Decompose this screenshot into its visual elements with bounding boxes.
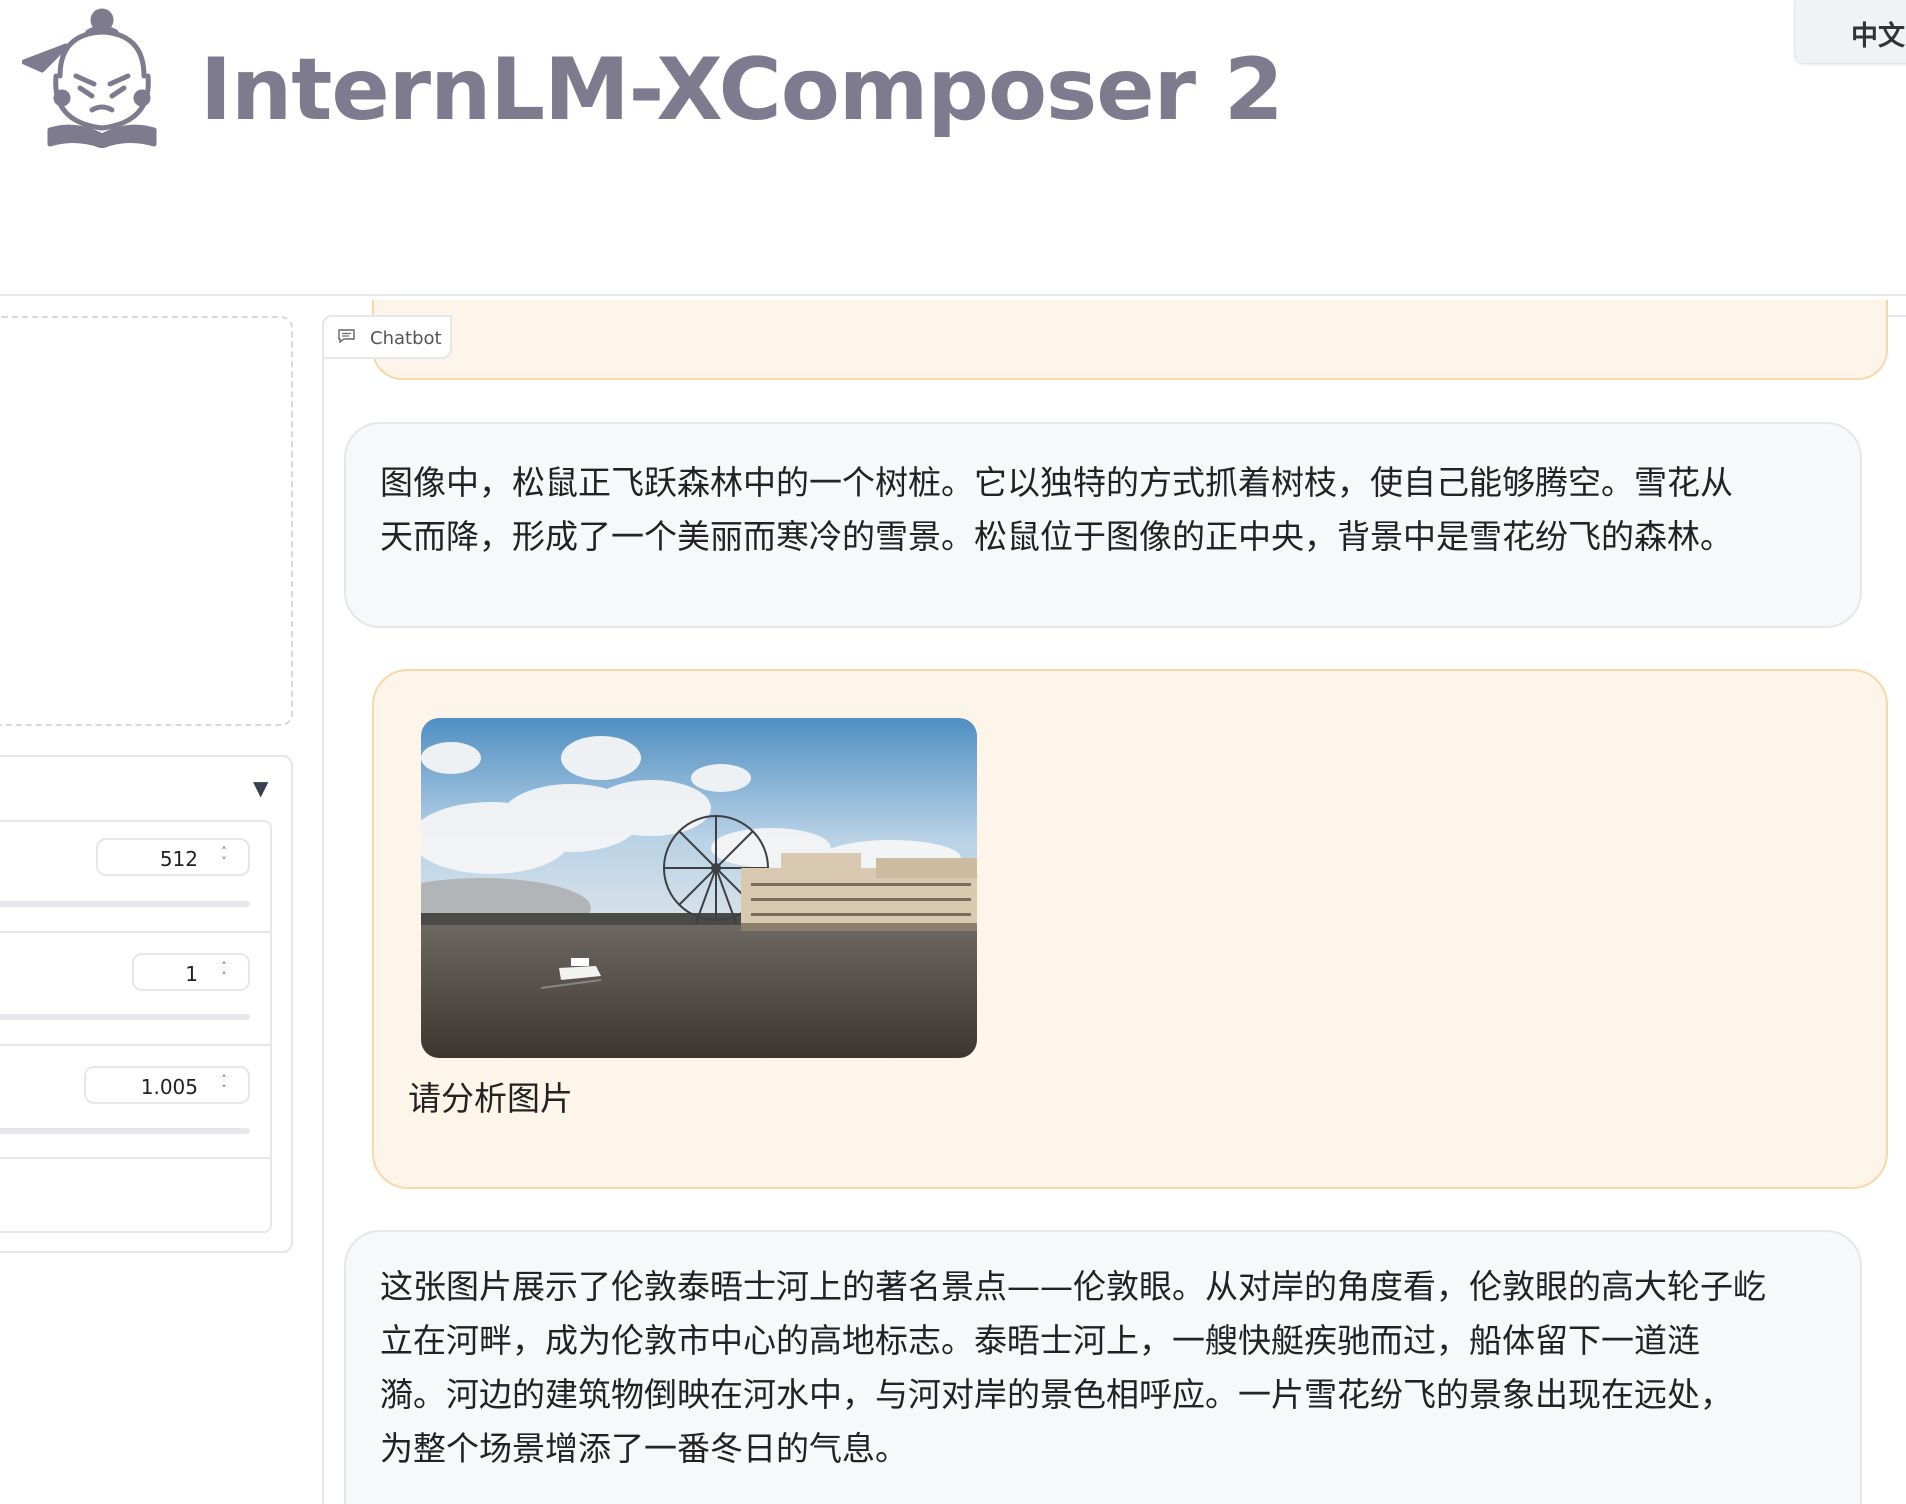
up-down-chevron-icon[interactable]: ˄ ˅ <box>218 846 230 869</box>
max-tokens-value: 512 <box>159 847 198 871</box>
repetition-penalty-value: 1.005 <box>140 1075 198 1099</box>
message-line: 这张图片展示了伦敦泰晤士河上的著名景点——伦敦眼。从对岸的角度看，伦敦眼的高大轮… <box>380 1267 1766 1306</box>
assistant-message-text: 图像中，松鼠正飞跃森林中的一个树桩。它以独特的方式抓着树枝，使自己能够腾空。雪花… <box>380 456 1733 564</box>
triangle-down-icon[interactable]: ▼ <box>253 778 273 798</box>
max-tokens-slider[interactable] <box>0 901 250 907</box>
chat-bubble-icon <box>338 328 355 344</box>
app-title: InternLM-XComposer 2 <box>200 40 1284 140</box>
header-divider <box>0 294 1906 296</box>
internlm-logo-icon <box>21 6 168 149</box>
assistant-message-text: 这张图片展示了伦敦泰晤士河上的著名景点——伦敦眼。从对岸的角度看，伦敦眼的高大轮… <box>380 1260 1766 1476</box>
message-line: 立在河畔，成为伦敦市中心的高地标志。泰晤士河上，一艘快艇疾驰而过，船体留下一道涟 <box>380 1321 1700 1360</box>
repetition-penalty-slider[interactable] <box>0 1128 250 1134</box>
previous-user-message-bubble <box>372 300 1888 380</box>
up-down-chevron-icon[interactable]: ˄ ˅ <box>218 1074 230 1097</box>
setting-row-max-tokens <box>0 820 272 933</box>
message-line: 漪。河边的建筑物倒映在河水中，与河对岸的景色相呼应。一片雪花纷飞的景象出现在远处… <box>380 1375 1733 1414</box>
user-message-text: 请分析图片 <box>408 1079 573 1118</box>
language-toggle-button[interactable]: 中文 <box>1794 0 1906 64</box>
num-beams-slider[interactable] <box>0 1014 250 1020</box>
london-eye-photo[interactable] <box>421 718 977 1058</box>
repetition-penalty-input[interactable]: 1.005 ˄ ˅ <box>84 1066 250 1104</box>
max-tokens-input[interactable]: 512 ˄ ˅ <box>96 838 250 876</box>
message-line: 为整个场景增添了一番冬日的气息。 <box>380 1429 908 1468</box>
up-down-chevron-icon[interactable]: ˄ ˅ <box>218 961 230 984</box>
num-beams-input[interactable]: 1 ˄ ˅ <box>132 953 250 991</box>
message-line: 图像中，松鼠正飞跃森林中的一个树桩。它以独特的方式抓着树枝，使自己能够腾空。雪花… <box>380 463 1733 502</box>
num-beams-value: 1 <box>185 962 198 986</box>
image-upload-area[interactable] <box>0 316 293 726</box>
message-line: 天而降，形成了一个美丽而寒冷的雪景。松鼠位于图像的正中央，背景中是雪花纷飞的森林… <box>380 517 1733 556</box>
